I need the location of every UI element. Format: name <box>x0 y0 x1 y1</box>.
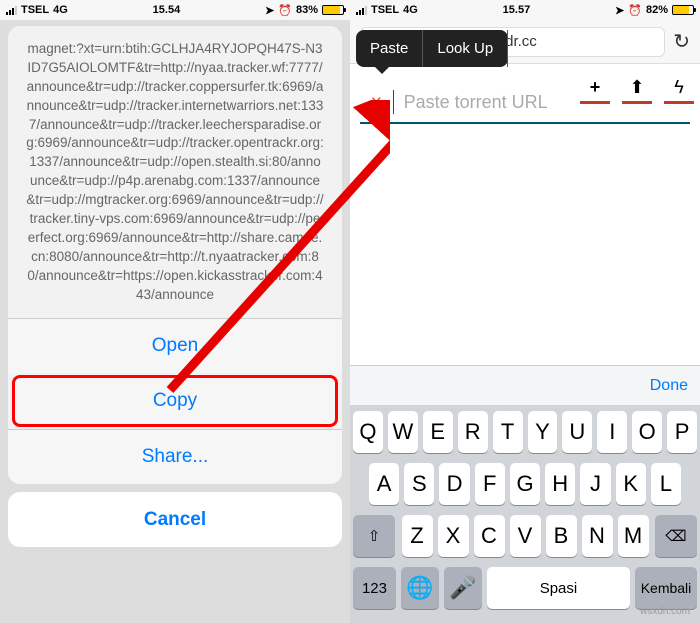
network-label: 4G <box>403 4 418 16</box>
key-k[interactable]: K <box>616 463 646 505</box>
watermark: wsxdn.com <box>640 606 690 617</box>
key-m[interactable]: M <box>618 515 649 557</box>
key-d[interactable]: D <box>439 463 469 505</box>
location-icon: ➤ <box>265 4 274 17</box>
key-t[interactable]: T <box>493 411 523 453</box>
numbers-key[interactable]: 123 <box>353 567 396 609</box>
upload-icon[interactable]: ⬆ <box>622 74 652 104</box>
battery-percent: 83% <box>296 4 318 16</box>
key-q[interactable]: Q <box>353 411 383 453</box>
share-button[interactable]: Share... <box>8 429 342 484</box>
keyboard-accessory: Done <box>350 365 700 405</box>
key-j[interactable]: J <box>580 463 610 505</box>
space-key[interactable]: Spasi <box>487 567 630 609</box>
alarm-icon: ⏰ <box>278 4 292 17</box>
key-x[interactable]: X <box>438 515 469 557</box>
magnet-link-text: magnet:?xt=urn:btih:GCLHJA4RYJOPQH47S-N3… <box>8 26 342 318</box>
copy-button[interactable]: Copy <box>12 375 338 427</box>
key-r[interactable]: R <box>458 411 488 453</box>
key-l[interactable]: L <box>651 463 681 505</box>
key-z[interactable]: Z <box>402 515 433 557</box>
globe-key[interactable]: 🌐 <box>401 567 439 609</box>
action-sheet: magnet:?xt=urn:btih:GCLHJA4RYJOPQH47S-N3… <box>8 26 342 615</box>
key-f[interactable]: F <box>475 463 505 505</box>
clock: 15.57 <box>503 4 531 16</box>
status-bar: TSEL 4G 15.54 ➤ ⏰ 83% <box>0 0 350 20</box>
key-s[interactable]: S <box>404 463 434 505</box>
key-o[interactable]: O <box>632 411 662 453</box>
network-label: 4G <box>53 4 68 16</box>
key-w[interactable]: W <box>388 411 418 453</box>
key-v[interactable]: V <box>510 515 541 557</box>
battery-icon <box>672 5 694 15</box>
signal-icon <box>6 6 17 15</box>
carrier-label: TSEL <box>21 4 49 16</box>
lookup-menu-item[interactable]: Look Up <box>423 30 508 67</box>
bolt-icon[interactable]: ϟ <box>664 74 694 104</box>
battery-icon <box>322 5 344 15</box>
key-i[interactable]: I <box>597 411 627 453</box>
keyboard-row-1: QWERTYUIOP <box>353 411 697 453</box>
keyboard-row-3: ⇧ ZXCVBNM ⌫ <box>353 515 697 557</box>
signal-icon <box>356 6 367 15</box>
return-key[interactable]: Kembali <box>635 567 697 609</box>
key-g[interactable]: G <box>510 463 540 505</box>
done-button[interactable]: Done <box>650 377 688 395</box>
key-b[interactable]: B <box>546 515 577 557</box>
left-screenshot: TSEL 4G 15.54 ➤ ⏰ 83% magnet:?xt=urn:bti… <box>0 0 350 623</box>
carrier-label: TSEL <box>371 4 399 16</box>
key-a[interactable]: A <box>369 463 399 505</box>
key-e[interactable]: E <box>423 411 453 453</box>
clock: 15.54 <box>153 4 181 16</box>
key-y[interactable]: Y <box>528 411 558 453</box>
paste-menu-item[interactable]: Paste <box>356 30 423 67</box>
key-c[interactable]: C <box>474 515 505 557</box>
keyboard: QWERTYUIOP ASDFGHJKL ⇧ ZXCVBNM ⌫ 123 🌐 🎤… <box>350 405 700 623</box>
key-u[interactable]: U <box>562 411 592 453</box>
status-bar: TSEL 4G 15.57 ➤ ⏰ 82% <box>350 0 700 20</box>
context-menu: Paste Look Up <box>356 30 508 67</box>
key-h[interactable]: H <box>545 463 575 505</box>
keyboard-row-2: ASDFGHJKL <box>353 463 697 505</box>
text-cursor <box>393 90 394 114</box>
mic-key[interactable]: 🎤 <box>444 567 482 609</box>
shift-key[interactable]: ⇧ <box>353 515 395 557</box>
key-p[interactable]: P <box>667 411 697 453</box>
battery-percent: 82% <box>646 4 668 16</box>
add-icon[interactable]: + <box>580 74 610 104</box>
location-icon: ➤ <box>615 4 624 17</box>
alarm-icon: ⏰ <box>628 4 642 17</box>
right-screenshot: TSEL 4G 15.57 ➤ ⏰ 82% eedr.cc ↻ Paste Lo… <box>350 0 700 623</box>
clear-icon[interactable]: ✕ <box>370 93 383 111</box>
key-n[interactable]: N <box>582 515 613 557</box>
refresh-icon[interactable]: ↻ <box>673 29 690 54</box>
cancel-button[interactable]: Cancel <box>8 492 342 547</box>
backspace-key[interactable]: ⌫ <box>655 515 697 557</box>
open-button[interactable]: Open <box>8 318 342 373</box>
